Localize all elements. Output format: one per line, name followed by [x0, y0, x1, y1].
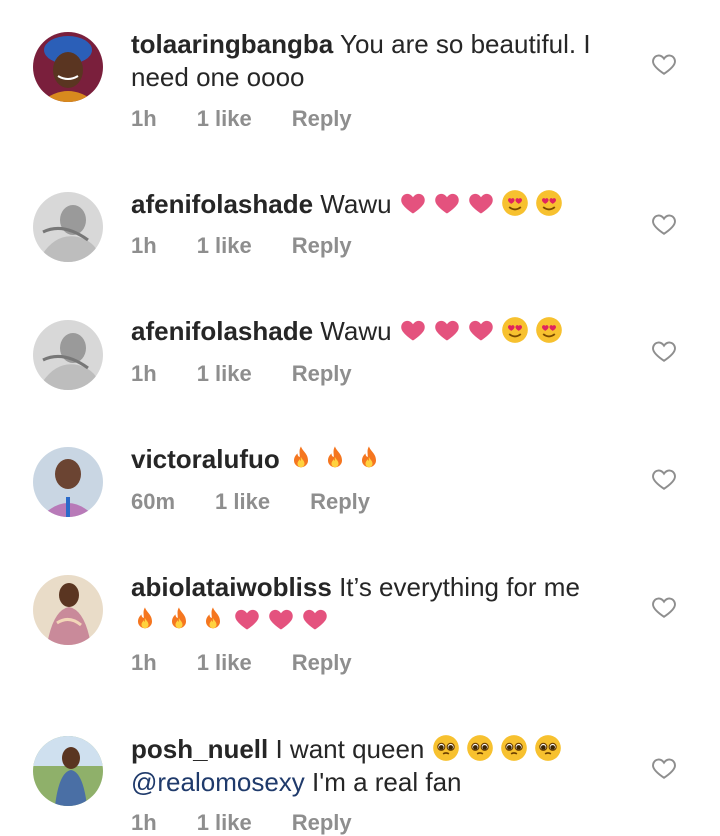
- comment-text-continued: I'm a real fan: [304, 767, 462, 797]
- username[interactable]: posh_nuell: [131, 734, 268, 764]
- comment-text: Wawu: [320, 189, 392, 219]
- comment-time: 1h: [131, 361, 157, 386]
- pleading-face-emoji-icon: [534, 734, 562, 762]
- heart-emoji-icon: [399, 189, 427, 217]
- like-heart-icon[interactable]: [651, 51, 677, 77]
- username[interactable]: tolaaringbangba: [131, 29, 333, 59]
- reply-button[interactable]: Reply: [292, 650, 352, 676]
- comment-time: 1h: [131, 106, 157, 131]
- avatar-person-outdoor-icon: [33, 736, 103, 806]
- like-count[interactable]: 1 like: [197, 106, 252, 132]
- reply-button[interactable]: Reply: [292, 106, 352, 132]
- like-heart-icon[interactable]: [651, 594, 677, 620]
- username[interactable]: afenifolashade: [131, 316, 313, 346]
- pleading-face-emoji-icon: [432, 734, 460, 762]
- pleading-face-emoji-icon: [500, 734, 528, 762]
- comment-body: victoralufuo: [131, 443, 621, 476]
- avatar-grayscale-icon: [33, 320, 103, 390]
- comment-body: abiolataiwobliss It’s everything for me: [131, 571, 621, 637]
- comment-meta: 60m 1 like Reply: [131, 489, 410, 515]
- avatar[interactable]: [33, 736, 103, 806]
- mention-link[interactable]: @realomosexy: [131, 767, 305, 797]
- comment-meta: 1h 1 like Reply: [131, 233, 392, 259]
- reply-button[interactable]: Reply: [292, 361, 352, 387]
- avatar-grayscale-icon: [33, 192, 103, 262]
- username[interactable]: abiolataiwobliss: [131, 572, 332, 602]
- like-count[interactable]: 1 like: [197, 233, 252, 259]
- heart-eyes-emoji-icon: [535, 189, 563, 217]
- fire-emoji-icon: [165, 605, 193, 633]
- avatar[interactable]: [33, 320, 103, 390]
- avatar-woman-dress-icon: [33, 575, 103, 645]
- like-heart-icon[interactable]: [651, 338, 677, 364]
- fire-emoji-icon: [131, 605, 159, 633]
- reply-button[interactable]: Reply: [310, 489, 370, 515]
- like-heart-icon[interactable]: [651, 466, 677, 492]
- heart-eyes-emoji-icon: [535, 316, 563, 344]
- username[interactable]: victoralufuo: [131, 444, 280, 474]
- avatar[interactable]: [33, 575, 103, 645]
- comment-time: 60m: [131, 489, 176, 514]
- comment-text: It’s everything for me: [339, 572, 580, 602]
- heart-emoji-icon: [301, 605, 329, 633]
- heart-eyes-emoji-icon: [501, 316, 529, 344]
- comment-body: tolaaringbangba You are so beautiful. I …: [131, 28, 621, 94]
- comment-meta: 1h 1 like Reply: [131, 650, 392, 676]
- fire-emoji-icon: [355, 444, 383, 472]
- heart-emoji-icon: [267, 605, 295, 633]
- like-heart-icon[interactable]: [651, 211, 677, 237]
- heart-emoji-icon: [433, 189, 461, 217]
- like-heart-icon[interactable]: [651, 755, 677, 781]
- like-count[interactable]: 1 like: [215, 489, 270, 515]
- fire-emoji-icon: [287, 444, 315, 472]
- like-count[interactable]: 1 like: [197, 361, 252, 387]
- fire-emoji-icon: [321, 444, 349, 472]
- heart-emoji-icon: [399, 316, 427, 344]
- avatar[interactable]: [33, 192, 103, 262]
- comment-body: afenifolashade Wawu: [131, 315, 621, 348]
- like-count[interactable]: 1 like: [197, 650, 252, 676]
- comment-meta: 1h 1 like Reply: [131, 106, 392, 132]
- comment-text: I want queen: [275, 734, 425, 764]
- comment-body: posh_nuell I want queen @realomosexy I'm…: [131, 733, 621, 799]
- heart-emoji-icon: [467, 189, 495, 217]
- avatar[interactable]: [33, 32, 103, 102]
- comment-time: 1h: [131, 810, 157, 835]
- like-count[interactable]: 1 like: [197, 810, 252, 836]
- reply-button[interactable]: Reply: [292, 810, 352, 836]
- comment-body: afenifolashade Wawu: [131, 188, 621, 221]
- pleading-face-emoji-icon: [466, 734, 494, 762]
- heart-eyes-emoji-icon: [501, 189, 529, 217]
- avatar-woman-headwrap-icon: [33, 32, 103, 102]
- avatar[interactable]: [33, 447, 103, 517]
- comment-text: Wawu: [320, 316, 392, 346]
- comment-meta: 1h 1 like Reply: [131, 810, 392, 836]
- heart-emoji-icon: [233, 605, 261, 633]
- comment-time: 1h: [131, 650, 157, 675]
- reply-button[interactable]: Reply: [292, 233, 352, 259]
- username[interactable]: afenifolashade: [131, 189, 313, 219]
- fire-emoji-icon: [199, 605, 227, 633]
- avatar-man-icon: [33, 447, 103, 517]
- heart-emoji-icon: [467, 316, 495, 344]
- comment-time: 1h: [131, 233, 157, 258]
- heart-emoji-icon: [433, 316, 461, 344]
- comment-meta: 1h 1 like Reply: [131, 361, 392, 387]
